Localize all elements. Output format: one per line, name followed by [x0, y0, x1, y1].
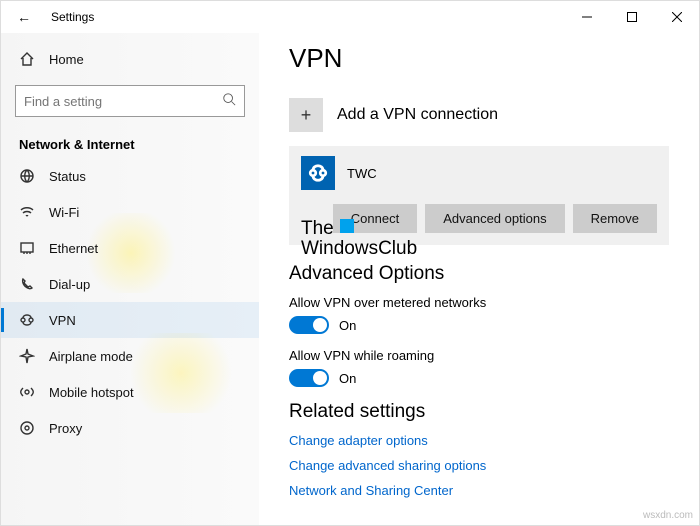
maximize-icon: [627, 12, 637, 22]
roaming-toggle[interactable]: [289, 369, 329, 387]
minimize-icon: [582, 12, 592, 22]
proxy-icon: [19, 420, 35, 436]
globe-icon: [19, 168, 35, 184]
back-button[interactable]: ←: [9, 3, 39, 31]
nav-label: Ethernet: [49, 241, 98, 256]
nav-label: Wi-Fi: [49, 205, 79, 220]
metered-toggle[interactable]: [289, 316, 329, 334]
nav-label: Mobile hotspot: [49, 385, 134, 400]
advanced-options-button[interactable]: Advanced options: [425, 204, 564, 233]
vpn-connection-icon: [301, 156, 335, 190]
vpn-icon: [19, 312, 35, 328]
sidebar: Home Network & Internet Status Wi-Fi Eth…: [1, 33, 259, 525]
hotspot-icon: [19, 384, 35, 400]
titlebar: ← Settings: [1, 1, 699, 33]
vpn-connection-card[interactable]: TWC Connect Advanced options Remove: [289, 146, 669, 245]
nav-airplane[interactable]: Airplane mode: [1, 338, 259, 374]
nav-label: VPN: [49, 313, 76, 328]
site-reference: wsxdn.com: [643, 510, 693, 521]
add-vpn-row[interactable]: + Add a VPN connection: [289, 92, 669, 146]
close-button[interactable]: [654, 1, 699, 33]
plus-icon: +: [289, 98, 323, 132]
add-vpn-label: Add a VPN connection: [337, 106, 498, 124]
nav-proxy[interactable]: Proxy: [1, 410, 259, 446]
close-icon: [672, 12, 682, 22]
nav-home-label: Home: [49, 52, 84, 67]
minimize-button[interactable]: [564, 1, 609, 33]
nav-vpn[interactable]: VPN: [1, 302, 259, 338]
search-input[interactable]: [24, 94, 222, 109]
ethernet-icon: [19, 240, 35, 256]
airplane-icon: [19, 348, 35, 364]
sidebar-section-title: Network & Internet: [1, 125, 259, 158]
metered-label: Allow VPN over metered networks: [289, 295, 669, 310]
main-content: VPN + Add a VPN connection TWC Connect A…: [259, 33, 699, 525]
home-icon: [19, 51, 35, 67]
wifi-icon: [19, 204, 35, 220]
nav-home[interactable]: Home: [1, 41, 259, 77]
roaming-state: On: [339, 371, 356, 386]
maximize-button[interactable]: [609, 1, 654, 33]
nav-ethernet[interactable]: Ethernet: [1, 230, 259, 266]
remove-button[interactable]: Remove: [573, 204, 657, 233]
connect-button[interactable]: Connect: [333, 204, 417, 233]
nav-dialup[interactable]: Dial-up: [1, 266, 259, 302]
advanced-options-heading: Advanced Options: [289, 263, 669, 285]
metered-state: On: [339, 318, 356, 333]
nav-label: Proxy: [49, 421, 82, 436]
search-icon: [222, 92, 236, 111]
nav-label: Status: [49, 169, 86, 184]
nav-wifi[interactable]: Wi-Fi: [1, 194, 259, 230]
vpn-connection-name: TWC: [347, 166, 377, 181]
window-title: Settings: [51, 10, 94, 24]
link-adapter-options[interactable]: Change adapter options: [289, 433, 669, 448]
related-settings-heading: Related settings: [289, 401, 669, 423]
dialup-icon: [19, 276, 35, 292]
link-network-center[interactable]: Network and Sharing Center: [289, 483, 669, 498]
nav-label: Dial-up: [49, 277, 90, 292]
search-box[interactable]: [15, 85, 245, 117]
roaming-label: Allow VPN while roaming: [289, 348, 669, 363]
nav-label: Airplane mode: [49, 349, 133, 364]
nav-status[interactable]: Status: [1, 158, 259, 194]
link-sharing-options[interactable]: Change advanced sharing options: [289, 458, 669, 473]
nav-hotspot[interactable]: Mobile hotspot: [1, 374, 259, 410]
page-title: VPN: [289, 43, 669, 74]
